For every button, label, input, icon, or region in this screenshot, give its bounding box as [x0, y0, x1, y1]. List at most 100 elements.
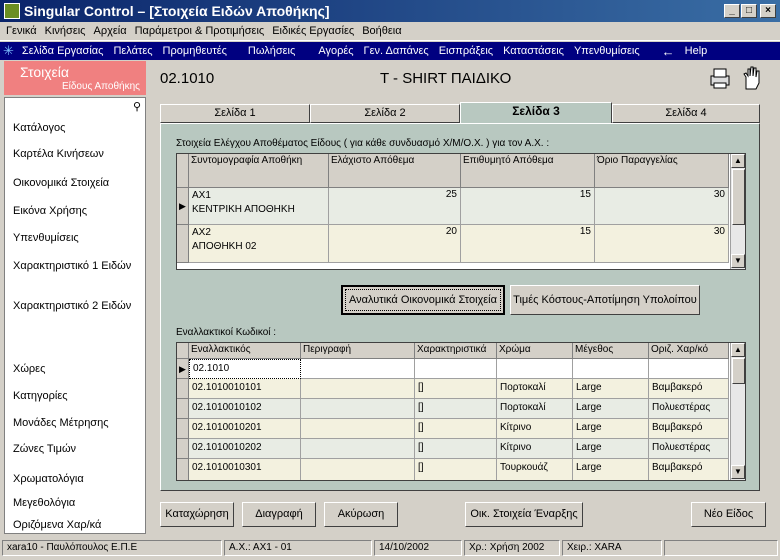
- scroll-up-icon[interactable]: ▲: [731, 154, 745, 168]
- description-cell[interactable]: [301, 419, 415, 439]
- custom-attr-cell[interactable]: Βαμβακερό: [649, 459, 729, 480]
- size-cell[interactable]: Large: [573, 439, 649, 459]
- scroll-down-icon[interactable]: ▼: [731, 465, 745, 479]
- alt-code-cell[interactable]: 02.1010: [189, 359, 301, 379]
- col-order-limit[interactable]: Όριο Παραγγελίας: [595, 154, 729, 188]
- alt-code-cell[interactable]: 02.1010010102: [189, 399, 301, 419]
- nav-suppliers[interactable]: Προμηθευτές: [158, 45, 232, 57]
- menu-general[interactable]: Γενικά: [2, 25, 41, 37]
- pin-icon[interactable]: ⚲: [133, 100, 141, 113]
- stock-row[interactable]: ΑΧ2 ΑΠΟΘΗΚΗ 02: [189, 225, 329, 263]
- nav-purchases[interactable]: Αγορές: [300, 45, 358, 57]
- sidebar-item-attr1[interactable]: Χαρακτηριστικό 1 Ειδών: [13, 260, 131, 272]
- stock-scrollbar[interactable]: ▲ ▼: [730, 154, 745, 269]
- save-button[interactable]: Καταχώρηση: [160, 502, 234, 527]
- sidebar-item-custom-attrs[interactable]: Οριζόμενα Χαρ/κά: [13, 519, 101, 531]
- desired-stock-cell[interactable]: 15: [461, 188, 595, 225]
- sidebar-item-catalog[interactable]: Κατάλογος: [13, 122, 65, 134]
- sidebar-item-colors[interactable]: Χρωματολόγια: [13, 473, 84, 485]
- description-cell[interactable]: [301, 379, 415, 399]
- custom-attr-cell[interactable]: Βαμβακερό: [649, 419, 729, 439]
- col-min-stock[interactable]: Ελάχιστο Απόθεμα: [329, 154, 461, 188]
- sidebar-item-financials[interactable]: Οικονομικά Στοιχεία: [13, 177, 109, 189]
- characteristics-cell[interactable]: []: [415, 399, 497, 419]
- nav-reports[interactable]: Καταστάσεις: [498, 45, 569, 57]
- sidebar-item-movements-card[interactable]: Καρτέλα Κινήσεων: [13, 148, 104, 160]
- sidebar-item-attr2[interactable]: Χαρακτηριστικό 2 Ειδών: [13, 300, 131, 312]
- menu-parameters[interactable]: Παράμετροι & Προτιμήσεις: [131, 25, 269, 37]
- min-stock-cell[interactable]: 20: [329, 225, 461, 263]
- desired-stock-cell[interactable]: 15: [461, 225, 595, 263]
- color-cell[interactable]: Κίτρινο: [497, 419, 573, 439]
- description-cell[interactable]: [301, 359, 415, 379]
- nav-workpage[interactable]: Σελίδα Εργασίας: [17, 45, 109, 57]
- maximize-button[interactable]: □: [741, 4, 757, 18]
- characteristics-cell[interactable]: []: [415, 419, 497, 439]
- tab-page2[interactable]: Σελίδα 2: [310, 104, 460, 123]
- custom-attr-cell[interactable]: Πολυεστέρας: [649, 399, 729, 419]
- tab-page1[interactable]: Σελίδα 1: [160, 104, 310, 123]
- description-cell[interactable]: [301, 439, 415, 459]
- col-desired-stock[interactable]: Επιθυμητό Απόθεμα: [461, 154, 595, 188]
- col-warehouse[interactable]: Συντομογραφία Αποθήκη: [189, 154, 329, 188]
- description-cell[interactable]: [301, 399, 415, 419]
- col-size[interactable]: Μέγεθος: [573, 343, 649, 359]
- col-custom-attr[interactable]: Οριζ. Χαρ/κό: [649, 343, 729, 359]
- scroll-up-icon[interactable]: ▲: [731, 343, 745, 357]
- characteristics-cell[interactable]: []: [415, 459, 497, 480]
- characteristics-cell[interactable]: []: [415, 439, 497, 459]
- scroll-thumb[interactable]: [732, 169, 745, 225]
- menu-help[interactable]: Βοήθεια: [358, 25, 405, 37]
- characteristics-cell[interactable]: []: [415, 379, 497, 399]
- size-cell[interactable]: Large: [573, 399, 649, 419]
- alt-code-cell[interactable]: 02.1010010301: [189, 459, 301, 480]
- minimize-button[interactable]: _: [724, 4, 740, 18]
- close-button[interactable]: ×: [760, 4, 776, 18]
- col-alt-code[interactable]: Εναλλακτικός: [189, 343, 301, 359]
- cancel-button[interactable]: Ακύρωση: [324, 502, 398, 527]
- sidebar-item-countries[interactable]: Χώρες: [13, 363, 45, 375]
- sidebar-item-categories[interactable]: Κατηγορίες: [13, 390, 68, 402]
- nav-help[interactable]: Help: [680, 45, 713, 57]
- sidebar-item-sizes[interactable]: Μεγεθολόγια: [13, 497, 75, 509]
- new-item-button[interactable]: Νέο Είδος: [691, 502, 766, 527]
- nav-customers[interactable]: Πελάτες: [108, 45, 157, 57]
- menu-special-tasks[interactable]: Ειδικές Εργασίες: [268, 25, 358, 37]
- color-cell[interactable]: Τουρκουάζ: [497, 459, 573, 480]
- nav-expenses[interactable]: Γεν. Δαπάνες: [359, 45, 434, 57]
- custom-attr-cell[interactable]: [649, 359, 729, 379]
- alt-code-cell[interactable]: 02.1010010202: [189, 439, 301, 459]
- min-stock-cell[interactable]: 25: [329, 188, 461, 225]
- scroll-down-icon[interactable]: ▼: [731, 254, 745, 268]
- description-cell[interactable]: [301, 459, 415, 480]
- alt-scrollbar[interactable]: ▲ ▼: [730, 343, 745, 480]
- detailed-financials-button[interactable]: Αναλυτικά Οικονομικά Στοιχεία: [341, 285, 505, 315]
- color-cell[interactable]: Πορτοκαλί: [497, 379, 573, 399]
- size-cell[interactable]: Large: [573, 379, 649, 399]
- scroll-thumb[interactable]: [732, 358, 745, 384]
- sidebar-item-reminders[interactable]: Υπενθυμίσεις: [13, 232, 79, 244]
- col-description[interactable]: Περιγραφή: [301, 343, 415, 359]
- order-limit-cell[interactable]: 30: [595, 225, 729, 263]
- sidebar-item-units[interactable]: Μονάδες Μέτρησης: [13, 417, 109, 429]
- sidebar-item-price-zones[interactable]: Ζώνες Τιμών: [13, 443, 76, 455]
- characteristics-cell[interactable]: [415, 359, 497, 379]
- nav-sales[interactable]: Πωλήσεις: [232, 45, 300, 57]
- custom-attr-cell[interactable]: Πολυεστέρας: [649, 439, 729, 459]
- color-cell[interactable]: [497, 359, 573, 379]
- nav-reminders[interactable]: Υπενθυμίσεις: [569, 45, 645, 57]
- order-limit-cell[interactable]: 30: [595, 188, 729, 225]
- size-cell[interactable]: Large: [573, 459, 649, 480]
- color-cell[interactable]: Πορτοκαλί: [497, 399, 573, 419]
- cost-prices-button[interactable]: Τιμές Κόστους-Αποτίμηση Υπολοίπου: [510, 285, 700, 315]
- back-arrow-icon[interactable]: ←: [657, 44, 680, 59]
- alt-code-cell[interactable]: 02.1010010101: [189, 379, 301, 399]
- hand-icon[interactable]: [740, 65, 764, 91]
- color-cell[interactable]: Κίτρινο: [497, 439, 573, 459]
- size-cell[interactable]: Large: [573, 419, 649, 439]
- col-characteristics[interactable]: Χαρακτηριστικά: [415, 343, 497, 359]
- menu-movements[interactable]: Κινήσεις: [41, 25, 90, 37]
- alt-code-cell[interactable]: 02.1010010201: [189, 419, 301, 439]
- custom-attr-cell[interactable]: Βαμβακερό: [649, 379, 729, 399]
- printer-icon[interactable]: [708, 66, 732, 90]
